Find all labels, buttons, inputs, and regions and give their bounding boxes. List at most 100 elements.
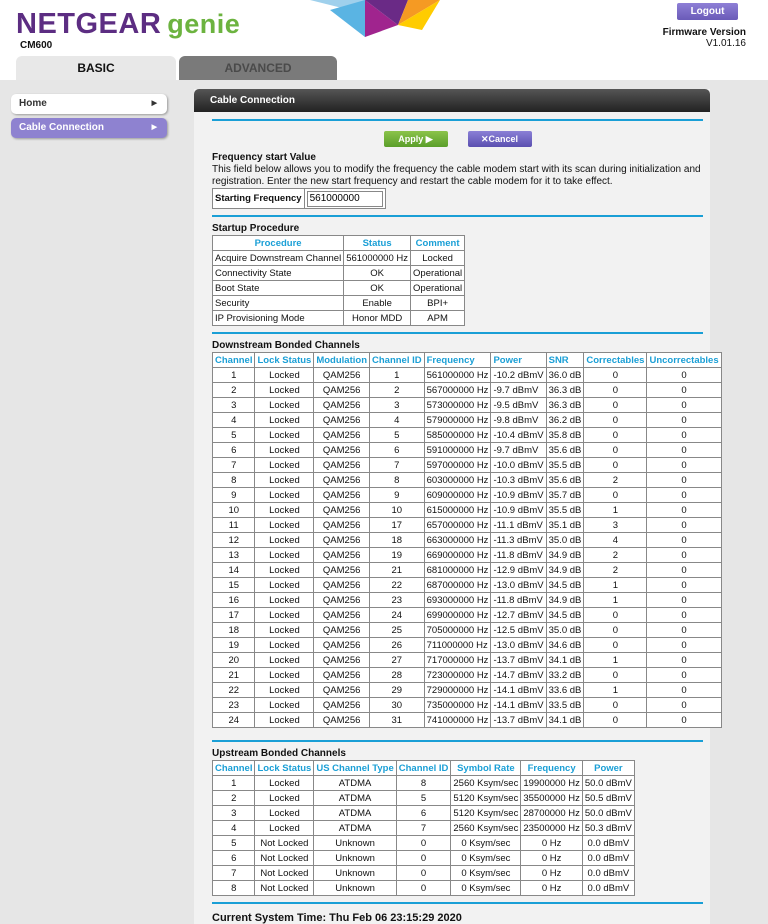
table-cell: 19900000 Hz <box>520 775 583 791</box>
table-cell: 4 <box>369 412 425 428</box>
table-cell: ATDMA <box>313 790 397 806</box>
table-cell: Locked <box>254 427 315 443</box>
table-cell: 23 <box>211 697 256 713</box>
table-row: 10 Locked QAM256 10 615000000 Hz -10.9 dBmV 35… <box>211 502 722 518</box>
table-cell: 31 <box>369 712 425 728</box>
table-cell: 29 <box>369 682 425 698</box>
column-header: Power <box>490 352 547 368</box>
firmware-version: Firmware Version V1.01.16 <box>663 27 746 49</box>
table-cell: 699000000 Hz <box>423 607 492 623</box>
table-cell: 11 <box>211 517 256 533</box>
table-cell: 50.0 dBmV <box>581 775 635 791</box>
column-header: Uncorrectables <box>646 352 722 368</box>
table-cell: 0 <box>395 880 452 896</box>
table-cell: Locked <box>254 412 315 428</box>
table-cell: 5120 Ksym/sec <box>450 805 522 821</box>
table-cell: 12 <box>211 532 256 548</box>
table-cell: 5 <box>211 427 256 443</box>
table-cell: QAM256 <box>313 712 370 728</box>
table-cell: -11.8 dBmV <box>490 547 547 563</box>
table-row: 21 Locked QAM256 28 723000000 Hz -14.7 dBmV 33… <box>211 667 722 683</box>
table-cell: -13.0 dBmV <box>490 577 547 593</box>
table-cell: QAM256 <box>313 532 370 548</box>
table-cell: Locked <box>254 607 315 623</box>
cancel-button[interactable]: ✕Cancel <box>467 131 532 147</box>
table-cell: 2560 Ksym/sec <box>450 775 522 791</box>
column-header: Channel ID <box>369 352 425 368</box>
table-cell: 561000000 Hz <box>343 250 412 266</box>
table-row: 18 Locked QAM256 25 705000000 Hz -12.5 dBmV 35… <box>211 622 722 638</box>
table-cell: 603000000 Hz <box>423 472 492 488</box>
table-cell: BPI+ <box>410 295 466 311</box>
table-cell: 4 <box>211 412 256 428</box>
table-cell: -14.1 dBmV <box>490 682 547 698</box>
table-cell: 30 <box>369 697 425 713</box>
table-row: 12 Locked QAM256 18 663000000 Hz -11.3 dBmV 35… <box>211 532 722 548</box>
table-cell: QAM256 <box>313 517 370 533</box>
table-cell: 35.0 dB <box>545 532 585 548</box>
sidebar-item-label: Home <box>19 98 47 109</box>
table-cell: 0 Hz <box>520 880 583 896</box>
apply-button[interactable]: Apply ▶ <box>383 131 448 147</box>
table-cell: 9 <box>369 487 425 503</box>
sidebar-item-home[interactable]: Home ▶ <box>11 94 167 114</box>
table-cell: 18 <box>369 532 425 548</box>
table-cell: 34.9 dB <box>545 592 585 608</box>
starting-frequency-input[interactable] <box>306 190 383 207</box>
table-cell: -11.1 dBmV <box>490 517 547 533</box>
table-cell: 34.9 dB <box>545 562 585 578</box>
tab-advanced[interactable]: ADVANCED <box>179 56 337 80</box>
table-cell: 36.0 dB <box>545 367 585 383</box>
table-row: 22 Locked QAM256 29 729000000 Hz -14.1 dBmV 33… <box>211 682 722 698</box>
frequency-description: This field below allows you to modify th… <box>212 164 701 187</box>
sidebar-item-cable-connection[interactable]: Cable Connection ▶ <box>11 118 167 138</box>
table-row: 7 Not Locked Unknown 0 0 Ksym/sec 0 Hz 0.0 dBm… <box>211 865 635 881</box>
table-cell: -10.9 dBmV <box>490 487 547 503</box>
table-cell: Connectivity State <box>211 265 345 281</box>
column-header: Status <box>343 235 412 251</box>
table-cell: 34.9 dB <box>545 547 585 563</box>
table-cell: 2 <box>211 382 256 398</box>
table-cell: 22 <box>369 577 425 593</box>
table-cell: 34.1 dB <box>545 652 585 668</box>
logout-button[interactable]: Logout <box>677 3 738 20</box>
table-row: 23 Locked QAM256 30 735000000 Hz -14.1 dBmV 33… <box>211 697 722 713</box>
table-cell: 35.6 dB <box>545 442 585 458</box>
table-cell: 0 <box>583 712 648 728</box>
table-cell: 0 Hz <box>520 865 583 881</box>
table-cell: -11.8 dBmV <box>490 592 547 608</box>
table-cell: Unknown <box>313 865 397 881</box>
table-cell: 5 <box>369 427 425 443</box>
table-cell: 35.6 dB <box>545 472 585 488</box>
table-cell: Locked <box>254 697 315 713</box>
table-cell: -13.0 dBmV <box>490 637 547 653</box>
table-cell: 0 <box>646 682 722 698</box>
table-cell: IP Provisioning Mode <box>211 310 345 326</box>
table-cell: 609000000 Hz <box>423 487 492 503</box>
tab-basic[interactable]: BASIC <box>16 56 176 80</box>
table-cell: 3 <box>211 805 256 821</box>
table-cell: 693000000 Hz <box>423 592 492 608</box>
starting-frequency-form: Starting Frequency <box>212 188 386 209</box>
table-cell: 0 Ksym/sec <box>450 850 522 866</box>
table-cell: 0 Ksym/sec <box>450 865 522 881</box>
table-cell: 1 <box>211 367 256 383</box>
table-cell: 1 <box>583 502 648 518</box>
table-cell: Locked <box>410 250 466 266</box>
frequency-section-title: Frequency start Value <box>212 152 316 163</box>
table-cell: 0.0 dBmV <box>581 835 635 851</box>
table-cell: 26 <box>369 637 425 653</box>
table-cell: 705000000 Hz <box>423 622 492 638</box>
table-cell: 15 <box>211 577 256 593</box>
table-cell: Locked <box>254 397 315 413</box>
table-cell: 657000000 Hz <box>423 517 492 533</box>
column-header: Modulation <box>313 352 370 368</box>
table-cell: 23 <box>369 592 425 608</box>
table-row: 17 Locked QAM256 24 699000000 Hz -12.7 dBmV 34… <box>211 607 722 623</box>
table-cell: 7 <box>369 457 425 473</box>
table-cell: 9 <box>211 487 256 503</box>
table-row: 3 Locked QAM256 3 573000000 Hz -9.5 dBmV 36.3 … <box>211 397 722 413</box>
table-cell: 0 <box>395 835 452 851</box>
table-cell: 0.0 dBmV <box>581 880 635 896</box>
table-cell: -9.8 dBmV <box>490 412 547 428</box>
